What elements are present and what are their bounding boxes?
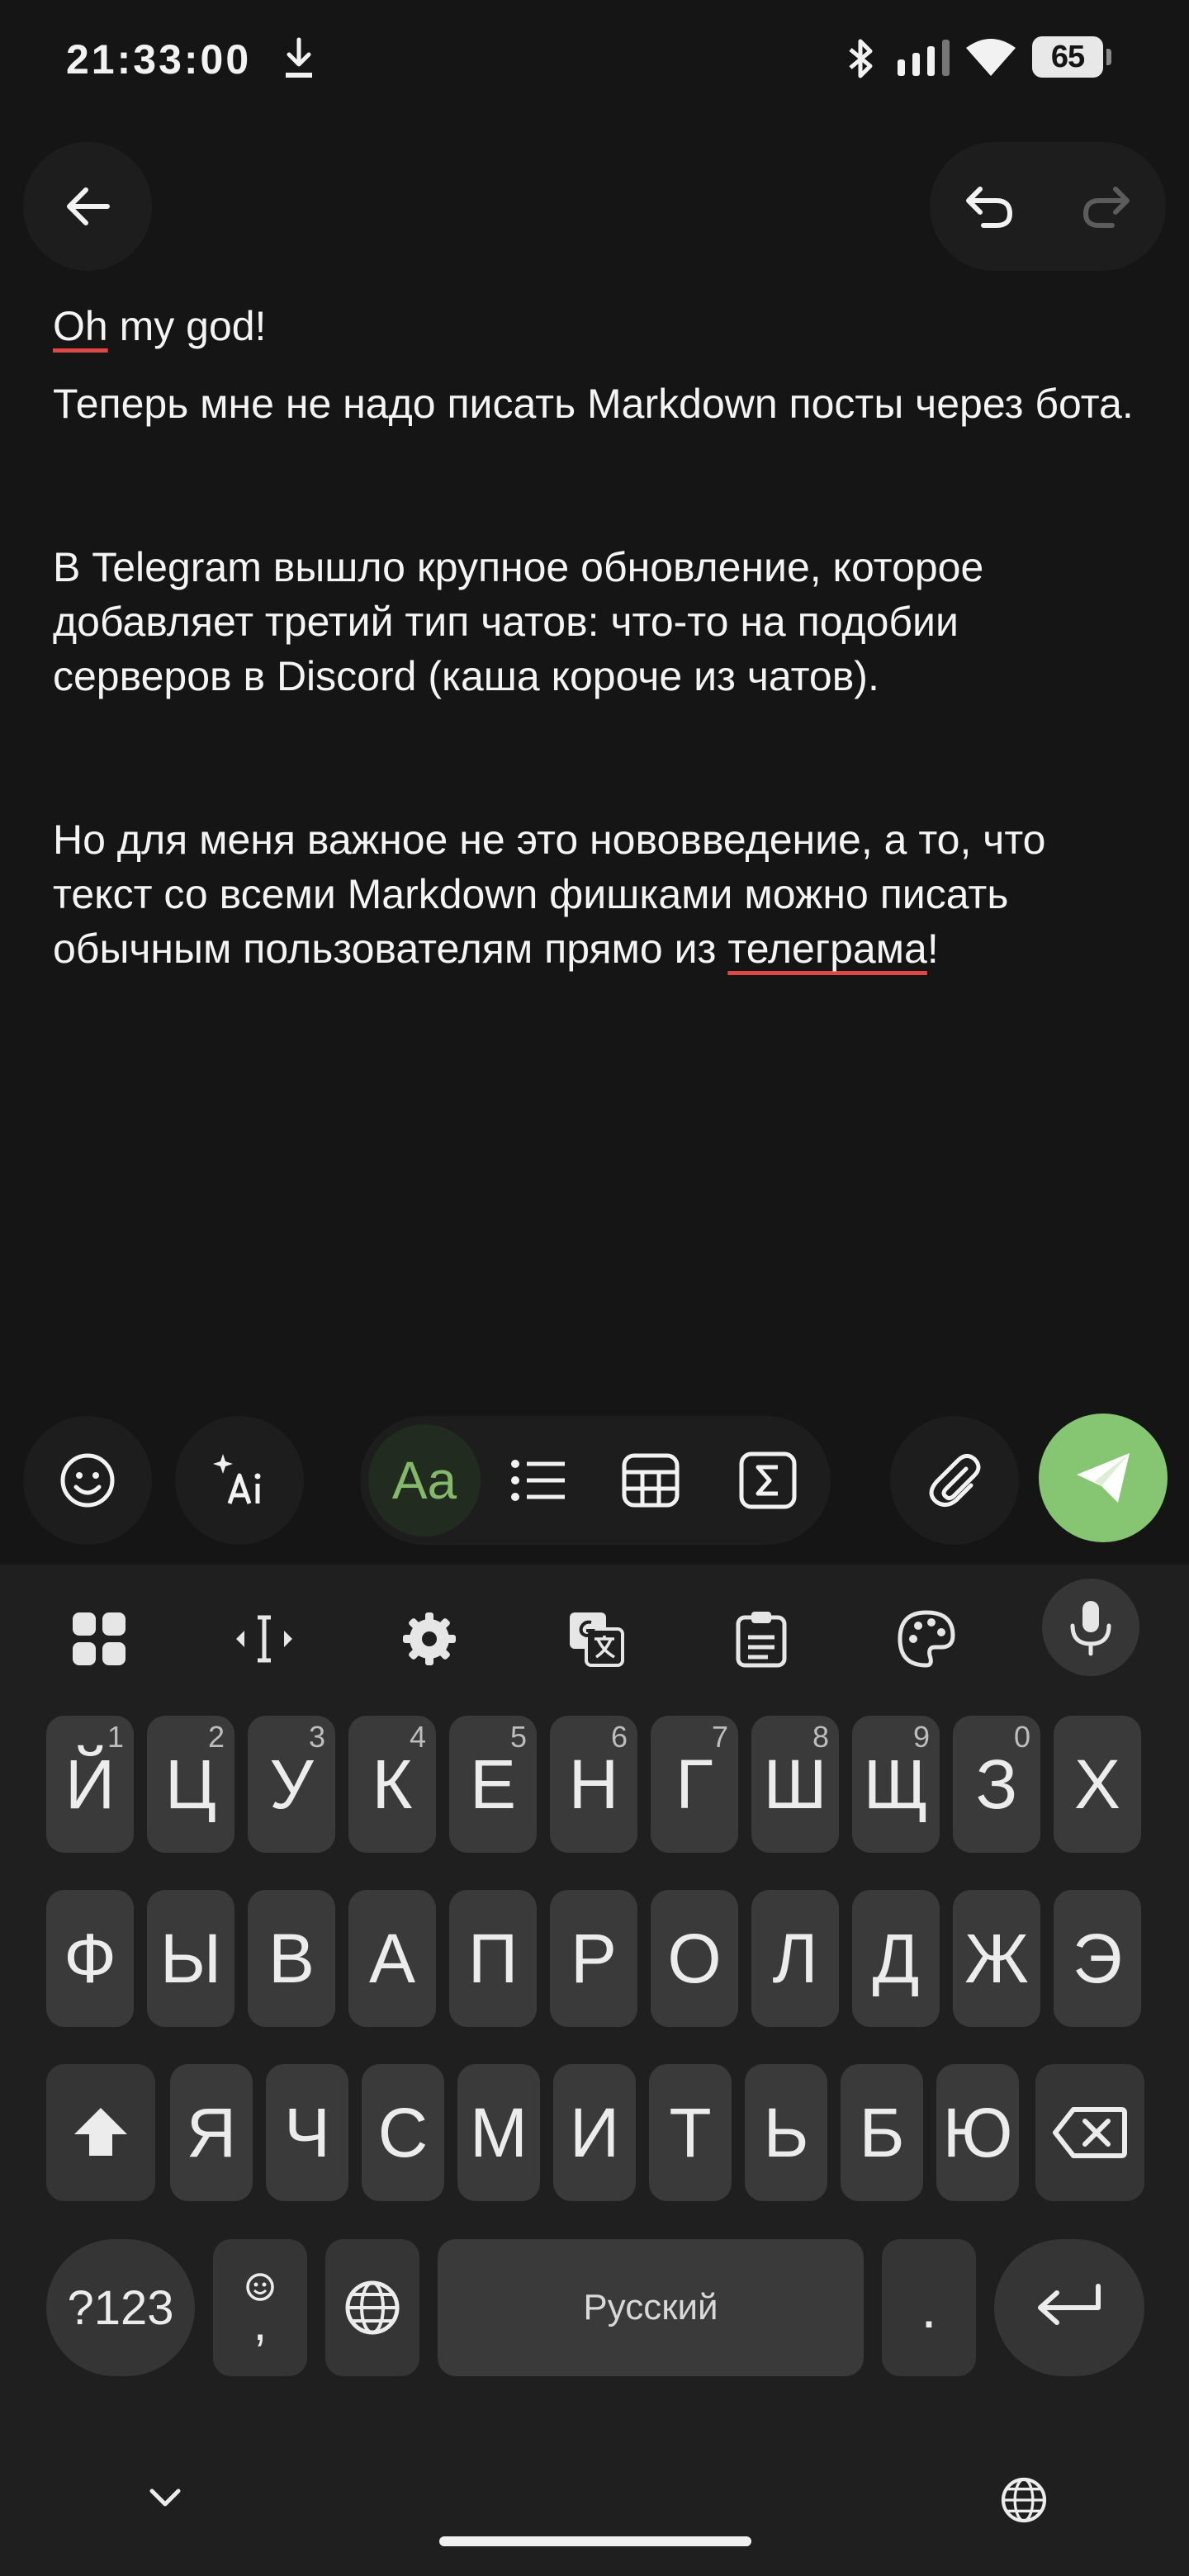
keyboard-switch-button[interactable] (999, 2475, 1049, 2525)
key[interactable]: Ю (936, 2064, 1019, 2201)
clipboard-icon (736, 1612, 787, 1668)
kb-apps-button[interactable] (58, 1598, 140, 1680)
key[interactable]: Щ9 (852, 1716, 940, 1853)
globe-icon (1001, 2477, 1047, 2523)
space-key[interactable]: Русский (438, 2239, 864, 2376)
shift-icon (74, 2108, 127, 2156)
message-paragraph-3: Но для меня важное не это нововведение, … (53, 817, 1046, 972)
mic-icon (1070, 1601, 1111, 1656)
misspelled-word: Oh (53, 303, 108, 349)
key[interactable]: Й1 (46, 1716, 134, 1853)
key[interactable]: Р (550, 1890, 637, 2027)
apps-grid-icon (73, 1612, 126, 1665)
attach-button[interactable] (890, 1416, 1019, 1545)
key[interactable]: Э (1054, 1890, 1141, 2027)
download-icon (281, 36, 317, 81)
cursor-icon (236, 1615, 292, 1663)
kb-theme-button[interactable] (885, 1598, 968, 1680)
message-paragraph-1: Теперь мне не надо писать Markdown посты… (53, 381, 1134, 427)
kb-clipboard-button[interactable] (720, 1598, 803, 1680)
message-line-1: Oh my god! (53, 303, 267, 349)
redo-button[interactable] (1057, 157, 1156, 256)
key[interactable]: Л (751, 1890, 839, 2027)
status-time: 21:33:00 (66, 36, 252, 83)
list-button[interactable] (497, 1439, 580, 1522)
message-input[interactable]: Oh my god! Теперь мне не надо писать Mar… (53, 299, 1143, 976)
misspelled-word: телеграма (727, 926, 927, 972)
key[interactable]: Г7 (651, 1716, 738, 1853)
key[interactable]: Ч (266, 2064, 348, 2201)
palette-icon (898, 1610, 955, 1668)
key[interactable]: Ф (46, 1890, 134, 2027)
shift-key[interactable] (46, 2064, 155, 2201)
kb-voice-button[interactable] (1042, 1579, 1139, 1676)
comma-key[interactable]: , (213, 2239, 307, 2376)
key[interactable]: Д (852, 1890, 940, 2027)
key[interactable]: А (348, 1890, 436, 2027)
message-paragraph-2: В Telegram вышло крупное обновление, кот… (53, 544, 984, 699)
bluetooth-icon (842, 36, 880, 81)
formula-button[interactable] (727, 1439, 809, 1522)
undo-redo-group (930, 142, 1166, 271)
wifi-icon (964, 36, 1017, 78)
key[interactable]: М (457, 2064, 540, 2201)
send-button[interactable] (1039, 1413, 1168, 1542)
key[interactable]: Н6 (550, 1716, 637, 1853)
key[interactable]: Ж (953, 1890, 1040, 2027)
keyboard-collapse-button[interactable] (142, 2481, 188, 2514)
key[interactable]: С (362, 2064, 444, 2201)
key[interactable]: В (248, 1890, 335, 2027)
settings-icon (403, 1612, 456, 1665)
back-arrow-icon (67, 187, 110, 225)
emoji-icon (60, 1453, 115, 1508)
chevron-down-icon (149, 2488, 181, 2507)
key[interactable]: Х (1054, 1716, 1141, 1853)
key[interactable]: И (553, 2064, 636, 2201)
emoji-button[interactable] (23, 1416, 152, 1545)
numbers-key[interactable]: ?123 (46, 2239, 195, 2376)
key[interactable]: Ь (745, 2064, 827, 2201)
period-key[interactable]: . (882, 2239, 976, 2376)
key[interactable]: З0 (953, 1716, 1040, 1853)
key[interactable]: Ы (147, 1890, 234, 2027)
table-icon (622, 1453, 680, 1508)
undo-button[interactable] (940, 157, 1039, 256)
key[interactable]: П (449, 1890, 537, 2027)
attach-icon (929, 1454, 981, 1507)
backspace-key[interactable] (1035, 2064, 1144, 2201)
redo-icon (1083, 187, 1130, 228)
kb-cursor-button[interactable] (223, 1598, 306, 1680)
key[interactable]: Т (649, 2064, 732, 2201)
undo-icon (966, 187, 1012, 228)
battery-icon: 65 (1032, 36, 1111, 78)
formula-icon (739, 1451, 797, 1509)
backspace-icon (1053, 2107, 1127, 2158)
key[interactable]: Ц2 (147, 1716, 234, 1853)
enter-key[interactable] (994, 2239, 1144, 2376)
key[interactable]: Ш8 (751, 1716, 839, 1853)
signal-icon (896, 40, 955, 78)
key[interactable]: О (651, 1890, 738, 2027)
back-button[interactable] (23, 142, 152, 271)
list-icon (511, 1460, 565, 1501)
key[interactable]: У3 (248, 1716, 335, 1853)
ai-sparkle-icon (213, 1454, 261, 1504)
key[interactable]: Б (841, 2064, 923, 2201)
key[interactable]: Я (170, 2064, 253, 2201)
language-key[interactable] (325, 2239, 419, 2376)
ai-button[interactable] (175, 1416, 304, 1545)
enter-icon (1038, 2284, 1101, 2325)
kb-translate-button[interactable] (555, 1598, 637, 1680)
globe-icon (345, 2280, 400, 2335)
home-indicator[interactable] (439, 2536, 751, 2546)
send-icon (1077, 1453, 1130, 1503)
kb-settings-button[interactable] (388, 1598, 471, 1680)
key[interactable]: Е5 (449, 1716, 537, 1853)
format-text-button[interactable]: Aa (368, 1424, 481, 1537)
translate-icon (570, 1612, 624, 1667)
key[interactable]: К4 (348, 1716, 436, 1853)
table-button[interactable] (609, 1439, 692, 1522)
